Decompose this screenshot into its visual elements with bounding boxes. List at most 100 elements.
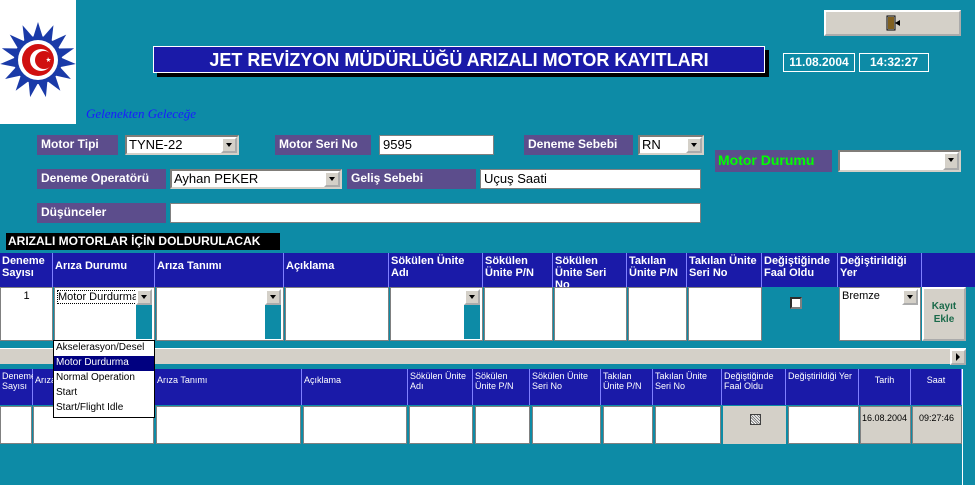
entry-ariza-durumu-value: Motor Durdurma [57,290,140,304]
operator-select[interactable]: Ayhan PEKER [170,169,342,189]
entry-header-row: Deneme Sayısı Arıza Durumu Arıza Tanımı … [0,253,975,291]
turbine-logo-icon [0,22,76,98]
dropdown-option[interactable]: Start/Flight Idle [54,401,154,416]
list-cell-sokulen-adi[interactable] [409,406,473,444]
time-display: 14:32:27 [859,53,929,72]
dusunceler-label: Düşünceler [37,203,166,223]
chevron-down-icon[interactable] [136,289,152,305]
entry-header-deneme: Deneme Sayısı [0,253,53,287]
chevron-down-icon[interactable] [943,152,959,170]
entry-header-ariza-tanimi: Arıza Tanımı [155,253,284,287]
scroll-track[interactable] [265,305,281,339]
deneme-sebebi-value: RN [642,137,661,152]
entry-sokulen-adi-select[interactable] [390,287,483,341]
entry-header-sokulen-pn: Sökülen Ünite P/N [483,253,553,287]
list-header-takilan-pn: Takılan Ünite P/N [601,369,653,405]
entry-degistirildigi-value: Bremze [842,290,880,302]
ariza-durumu-dropdown: Akselerasyon/Desel Motor Durdurma Normal… [53,340,155,418]
list-saat-value: 09:27:46 [919,413,955,423]
list-cell-takilan-pn[interactable] [603,406,653,444]
list-header-sokulen-pn: Sökülen Ünite P/N [473,369,530,405]
list-header-sokulen-adi: Sökülen Ünite Adı [408,369,473,405]
dropdown-option[interactable]: Normal Operation [54,371,154,386]
list-cell-sokulen-seri[interactable] [532,406,601,444]
list-header-tarih: Tarih [859,369,911,405]
list-faal-checkbox[interactable] [750,414,761,425]
list-cell-aciklama[interactable] [303,406,407,444]
exit-door-icon [886,15,900,31]
dropdown-option-selected[interactable]: Motor Durdurma [54,356,154,371]
entry-aciklama-input[interactable] [285,287,389,341]
list-header-degistiginde: Değiştiğinde Faal Oldu [722,369,786,405]
list-cell-degistirildigi[interactable] [788,406,859,444]
chevron-down-icon[interactable] [902,289,918,305]
motor-durumu-label: Motor Durumu [715,150,832,172]
list-header-takilan-seri: Takılan Ünite Seri No [653,369,722,405]
entry-ariza-tanimi-select[interactable] [156,287,284,341]
scroll-right-icon[interactable] [950,349,966,365]
faal-oldu-checkbox[interactable] [790,297,802,309]
motor-tipi-label: Motor Tipi [37,135,118,155]
dropdown-option[interactable]: Start [54,386,154,401]
date-display: 11.08.2004 [783,53,855,72]
list-header-degistirildigi: Değiştirildiği Yer [786,369,859,405]
scroll-track[interactable] [136,305,152,339]
entry-deneme-input[interactable]: 1 [0,287,53,341]
entry-header-ariza-durumu: Arıza Durumu [53,253,155,287]
operator-value: Ayhan PEKER [174,171,259,186]
motor-seri-label: Motor Seri No [275,135,371,155]
entry-header-takilan-seri: Takılan Ünite Seri No [687,253,762,287]
slogan: Gelenekten Geleceğe [86,106,197,121]
entry-sokulen-pn-input[interactable] [484,287,553,341]
chevron-down-icon[interactable] [686,137,702,153]
entry-header-takilan-pn: Takılan Ünite P/N [627,253,687,287]
chevron-down-icon[interactable] [324,171,340,187]
exit-button[interactable] [824,10,961,36]
motor-tipi-value: TYNE-22 [129,137,183,152]
chevron-down-icon[interactable] [265,289,281,305]
list-cell-tarih: 16.08.2004 [860,406,911,444]
entry-header-sokulen-seri: Sökülen Ünite Seri No [553,253,627,291]
list-header-sokulen-seri: Sökülen Ünite Seri No [530,369,601,405]
motor-seri-input[interactable]: 9595 [379,135,494,155]
vertical-scrollbar[interactable] [962,369,975,485]
kayit-ekle-button[interactable]: Kayıt Ekle [922,287,966,341]
entry-sokulen-seri-input[interactable] [554,287,627,341]
list-cell-saat: 09:27:46 [912,406,962,444]
entry-takilan-pn-input[interactable] [628,287,687,341]
entry-takilan-seri-input[interactable] [688,287,762,341]
list-cell-sokulen-pn[interactable] [475,406,530,444]
entry-header-sokulen-adi: Sökülen Ünite Adı [389,253,483,287]
entry-header-degistirildigi: Değiştirildiği Yer [838,253,922,287]
list-header-saat: Saat [911,369,962,405]
list-header-ariza-tanimi: Arıza Tanımı [155,369,302,405]
dropdown-option[interactable]: Akselerasyon/Desel [54,341,154,356]
entry-header-aciklama: Açıklama [284,253,389,287]
entry-deneme-value: 1 [23,290,30,302]
gelis-sebebi-input[interactable]: Uçuş Saati [480,169,701,189]
motor-durumu-select[interactable] [838,150,961,172]
logo [0,0,76,124]
section-title: ARIZALI MOTORLAR İÇİN DOLDURULACAK [6,233,280,250]
list-header-aciklama: Açıklama [302,369,408,405]
entry-ariza-durumu-select[interactable]: Motor Durdurma [54,287,155,341]
list-cell-degistiginde [723,406,786,444]
entry-degistirildigi-select[interactable]: Bremze [839,287,921,341]
dusunceler-input[interactable] [170,203,701,223]
entry-degistiginde-cell [763,287,838,341]
operator-label: Deneme Operatörü [37,169,166,189]
deneme-sebebi-select[interactable]: RN [638,135,704,155]
list-header-deneme: Deneme Sayısı [0,369,36,405]
page-title: JET REVİZYON MÜDÜRLÜĞÜ ARIZALI MOTOR KAY… [153,46,765,73]
gelis-sebebi-label: Geliş Sebebi [347,169,476,189]
list-cell-takilan-seri[interactable] [655,406,721,444]
chevron-down-icon[interactable] [464,289,480,305]
scroll-track[interactable] [464,305,480,339]
deneme-sebebi-label: Deneme Sebebi [524,135,633,155]
entry-header-degistiginde: Değiştiğinde Faal Oldu [762,253,838,287]
list-cell-ariza-tanimi[interactable] [156,406,301,444]
list-tarih-value: 16.08.2004 [862,413,908,423]
chevron-down-icon[interactable] [221,137,237,153]
motor-tipi-select[interactable]: TYNE-22 [125,135,239,155]
list-cell-deneme[interactable] [0,406,32,444]
